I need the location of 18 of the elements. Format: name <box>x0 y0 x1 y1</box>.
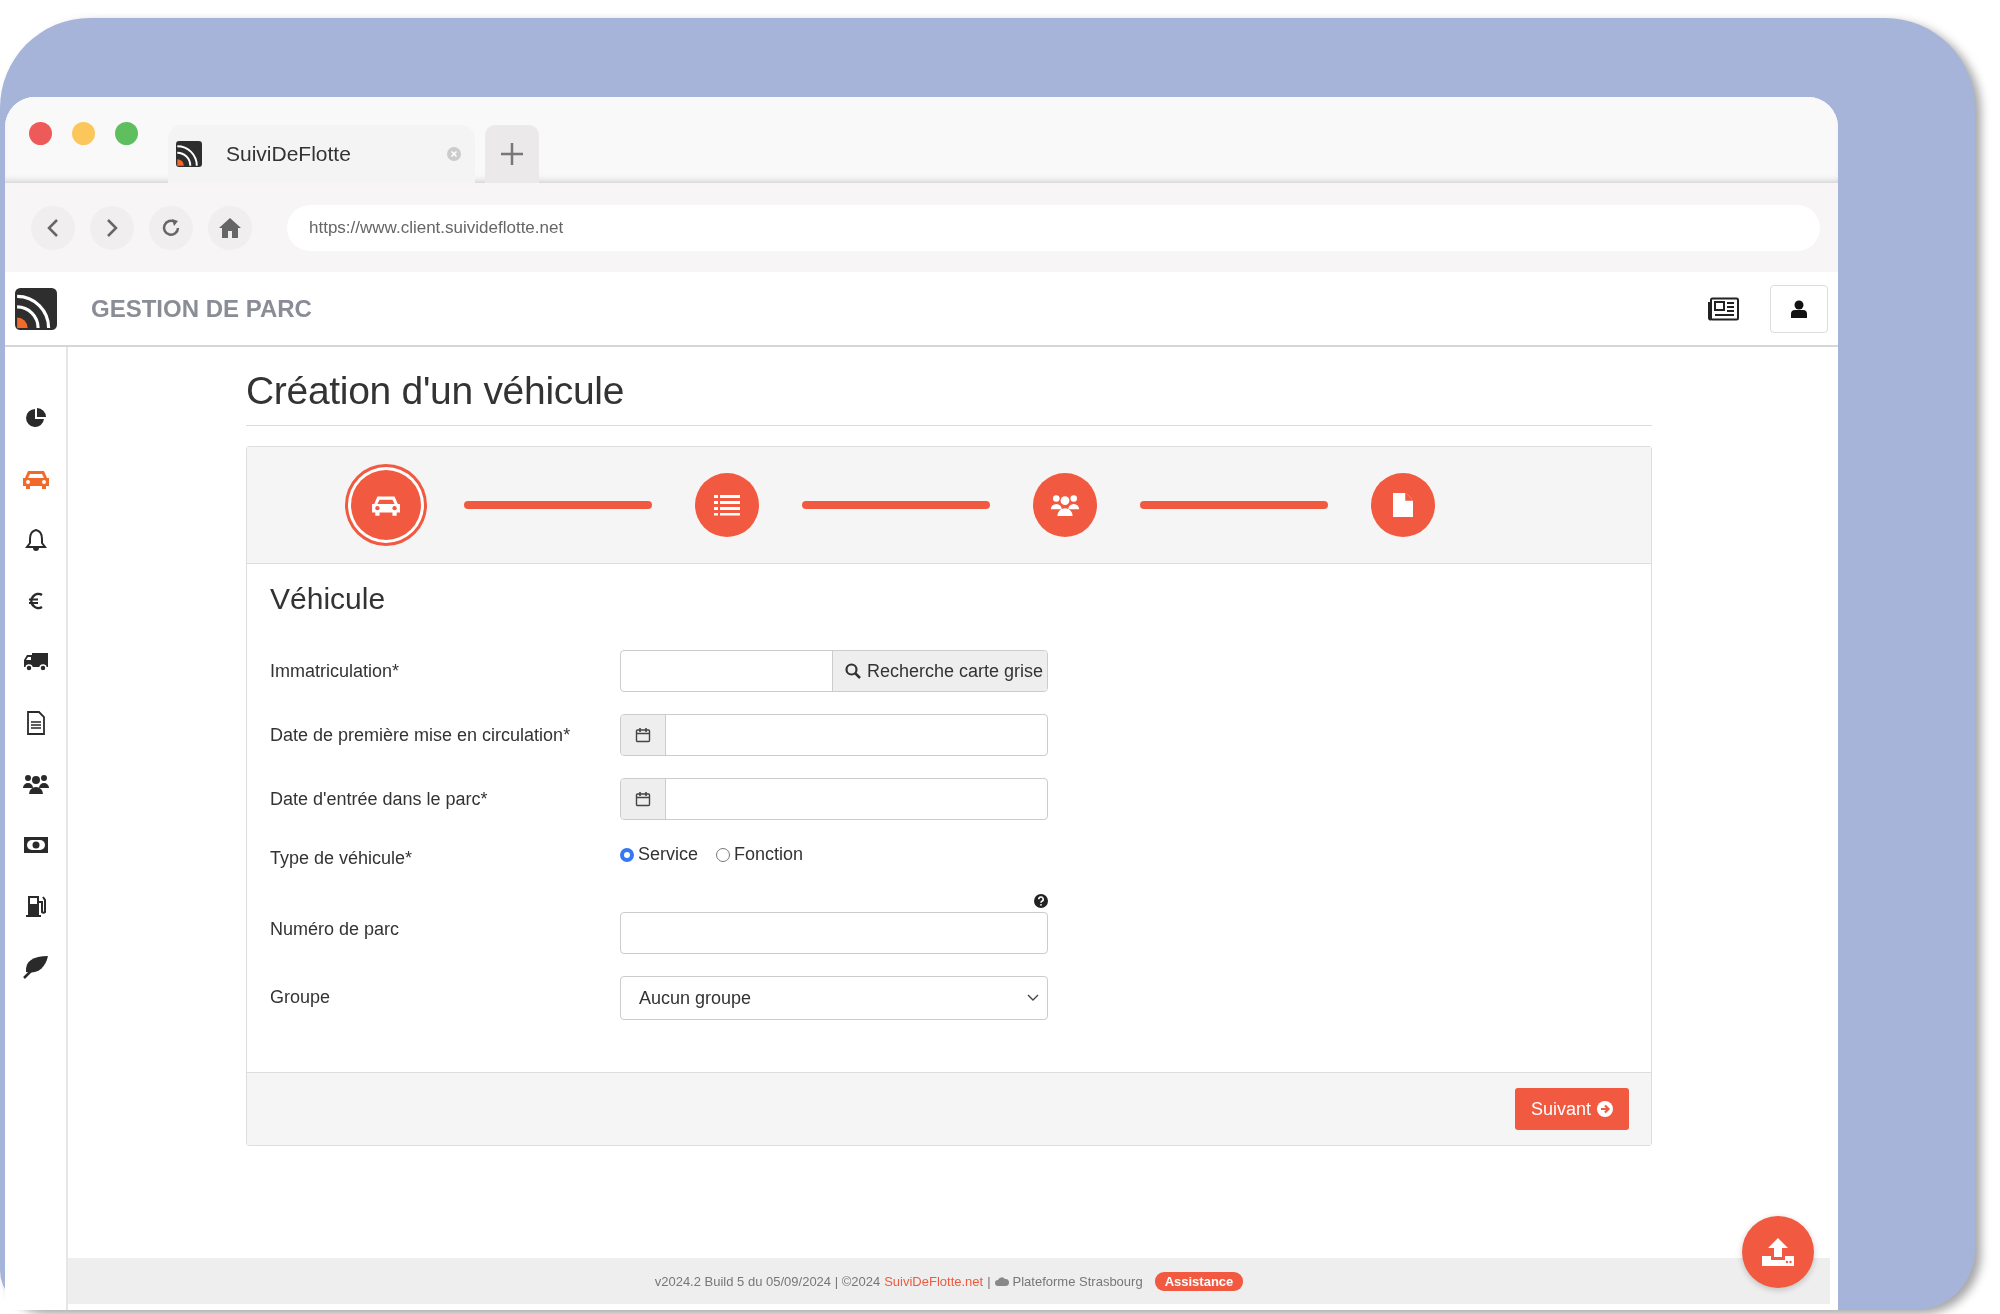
radio-option[interactable]: Fonction <box>716 844 804 865</box>
platform-text: Plateforme Strasbourg <box>1012 1273 1143 1289</box>
field-label: Type de véhicule* <box>270 847 414 870</box>
tab-title: SuiviDeFlotte <box>226 142 352 166</box>
field-label: Date d'entrée dans le parc* <box>270 788 489 811</box>
field-label: Groupe <box>270 986 332 1009</box>
field-label: Numéro de parc <box>270 918 401 941</box>
address-bar[interactable]: https://www.client.suivideflotte.net <box>287 204 1820 251</box>
field-label: Date de première mise en circulation* <box>270 724 572 747</box>
browser-tab[interactable]: SuiviDeFlotte <box>168 125 475 183</box>
field-label: Immatriculation* <box>270 660 401 683</box>
radio-option[interactable]: Service <box>620 844 699 865</box>
separator-text: | <box>987 1273 991 1289</box>
page-title: Création d'un véhicule <box>246 369 1652 426</box>
section-title: Véhicule <box>270 582 387 616</box>
version-text: v2024.2 Build 5 du 05/09/2024 | ©2024 <box>654 1273 881 1289</box>
app-title: GESTION DE PARC <box>91 294 313 323</box>
group-select[interactable]: Aucun groupe <box>620 976 1048 1020</box>
